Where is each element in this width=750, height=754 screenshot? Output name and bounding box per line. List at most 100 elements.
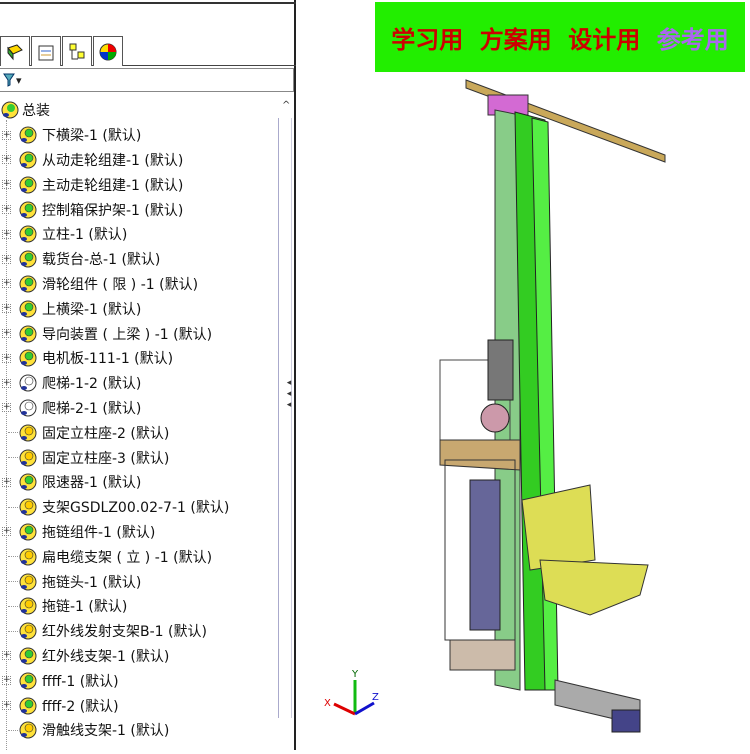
expand-toggle[interactable]: + (2, 304, 11, 314)
tree-item[interactable]: 固定立柱座-3 (默认) (0, 445, 280, 470)
expand-toggle[interactable]: + (2, 353, 11, 363)
tree-item[interactable]: + 电机板-111-1 (默认) (0, 346, 280, 371)
component-icon (19, 250, 37, 268)
scroll-up-arrow[interactable]: ^ (282, 100, 290, 111)
tree-connector (8, 556, 18, 558)
expand-toggle[interactable]: + (2, 477, 11, 487)
tree-item[interactable]: + ffff-1 (默认) (0, 668, 280, 693)
tree-item[interactable]: + 导向装置 ( 上梁 ) -1 (默认) (0, 321, 280, 346)
tree-item[interactable]: + 爬梯-2-1 (默认) (0, 396, 280, 421)
drive-wheel (611, 709, 641, 733)
tree-item-label: 电机板-111-1 (默认) (42, 351, 174, 368)
tree-item[interactable]: + 从动走轮组建-1 (默认) (0, 148, 280, 173)
property-manager-icon (38, 45, 54, 60)
filter-bar[interactable]: ▾ (0, 68, 294, 92)
property-manager-tab[interactable] (31, 36, 61, 66)
filter-icon[interactable] (3, 73, 15, 87)
divider (0, 2, 296, 4)
carriage (521, 484, 596, 571)
component-icon (19, 573, 37, 591)
tree-connector (8, 457, 18, 459)
banner-text: 设计用 (568, 25, 641, 54)
tree-item-label: 红外线发射支架B-1 (默认) (42, 624, 207, 641)
graphics-area[interactable]: Y X Z (298, 0, 750, 750)
tree-item[interactable]: 红外线发射支架B-1 (默认) (0, 619, 280, 644)
banner-text: 参考用 (656, 25, 729, 54)
tree-item-label: ffff-1 (默认) (42, 673, 119, 690)
assembly-icon (1, 101, 19, 119)
expand-toggle[interactable]: + (2, 279, 11, 289)
tree-item-label: 固定立柱座-2 (默认) (42, 425, 170, 442)
component-icon (19, 300, 37, 318)
component-icon (19, 126, 37, 144)
banner-text: 学习用 (391, 25, 464, 54)
tree-item-label: 拖链组件-1 (默认) (42, 524, 156, 541)
component-icon (19, 449, 37, 467)
tree-item[interactable]: + 红外线支架-1 (默认) (0, 644, 280, 669)
expand-toggle[interactable]: + (2, 130, 11, 140)
component-icon (19, 349, 37, 367)
tree-item[interactable]: + 立柱-1 (默认) (0, 222, 280, 247)
tree-item[interactable]: + 下横梁-1 (默认) (0, 123, 280, 148)
tree-root-assembly[interactable]: 总装 (0, 98, 280, 123)
tree-item-label: 固定立柱座-3 (默认) (42, 450, 170, 467)
tree-connector (8, 581, 18, 583)
tree-item[interactable]: + 滑轮组件 ( 限 ) -1 (默认) (0, 272, 280, 297)
tree-item[interactable]: 拖链头-1 (默认) (0, 569, 280, 594)
expand-toggle[interactable]: + (2, 701, 11, 711)
expand-toggle[interactable]: + (2, 229, 11, 239)
tree-item-label: 拖链头-1 (默认) (42, 574, 142, 591)
tree-connector (8, 506, 18, 508)
expand-toggle[interactable]: + (2, 676, 11, 686)
tree-item-label: 载货台-总-1 (默认) (42, 252, 161, 269)
tree-item[interactable]: + 爬梯-1-2 (默认) (0, 371, 280, 396)
tree-item[interactable]: + 限速器-1 (默认) (0, 470, 280, 495)
component-icon (19, 672, 37, 690)
tree-item[interactable]: 滑触线支架-1 (默认) (0, 718, 280, 743)
tree-item[interactable]: 扁电缆支架 ( 立 ) -1 (默认) (0, 544, 280, 569)
expand-toggle[interactable]: + (2, 403, 11, 413)
expand-toggle[interactable]: + (2, 180, 11, 190)
component-icon (19, 399, 37, 417)
tree-item-label: 爬梯-2-1 (默认) (42, 400, 142, 417)
expand-toggle[interactable]: + (2, 527, 11, 537)
expand-toggle[interactable]: + (2, 378, 11, 388)
tree-item-label: 扁电缆支架 ( 立 ) -1 (默认) (42, 549, 213, 566)
tree-item[interactable]: 支架GSDLZ00.02-7-1 (默认) (0, 495, 280, 520)
component-icon (19, 697, 37, 715)
pulley (480, 403, 510, 433)
z-axis-arrow (354, 701, 375, 716)
motor (487, 339, 514, 401)
tree-item-label: 立柱-1 (默认) (42, 227, 128, 244)
tree-item[interactable]: + 上横梁-1 (默认) (0, 296, 280, 321)
y-label: Y (351, 669, 359, 680)
tree-item[interactable]: + ffff-2 (默认) (0, 693, 280, 718)
feature-manager-panel: ▾ 总装 + 下横梁-1 (默认) + 从动走轮组建-1 (默认) + 主动走轮组建-1 … (0, 0, 296, 750)
component-icon (19, 225, 37, 243)
expand-toggle[interactable]: + (2, 329, 11, 339)
watermark-banner: 学习用 方案用 设计用 参考用 (375, 2, 745, 72)
tree-item[interactable]: + 主动走轮组建-1 (默认) (0, 172, 280, 197)
tree-item-label: ffff-2 (默认) (42, 698, 119, 715)
tree-item[interactable]: 固定立柱座-2 (默认) (0, 420, 280, 445)
tree-item[interactable]: + 拖链组件-1 (默认) (0, 520, 280, 545)
expand-toggle[interactable]: + (2, 254, 11, 264)
appearance-tab[interactable] (93, 36, 123, 66)
tree-item-label: 滑轮组件 ( 限 ) -1 (默认) (42, 276, 199, 293)
configuration-manager-tab[interactable] (62, 36, 92, 66)
appearance-icon (99, 43, 117, 60)
tree-item[interactable]: 拖链-1 (默认) (0, 594, 280, 619)
expand-toggle[interactable]: + (2, 205, 11, 215)
component-icon (19, 498, 37, 516)
tree-item[interactable]: + 控制箱保护架-1 (默认) (0, 197, 280, 222)
tree-item[interactable]: + 载货台-总-1 (默认) (0, 247, 280, 272)
component-icon (19, 275, 37, 293)
expand-toggle[interactable]: + (2, 155, 11, 165)
tree-item-label: 限速器-1 (默认) (42, 475, 142, 492)
panel-collapse-handle[interactable]: ◂ ◂ ◂ (284, 378, 294, 424)
filter-dropdown-arrow[interactable]: ▾ (16, 74, 22, 87)
expand-toggle[interactable]: + (2, 651, 11, 661)
tree-item-label: 主动走轮组建-1 (默认) (42, 177, 184, 194)
component-icon (19, 374, 37, 392)
feature-manager-tab[interactable] (0, 36, 30, 66)
